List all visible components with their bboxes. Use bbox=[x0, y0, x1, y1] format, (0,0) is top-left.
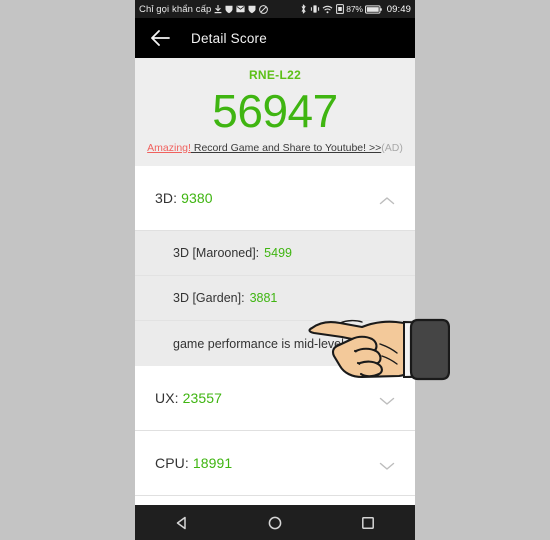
battery-icon bbox=[365, 4, 383, 14]
total-score-value: 56947 bbox=[212, 85, 338, 137]
nav-back-icon[interactable] bbox=[164, 510, 200, 536]
status-bar-right: 87% 09:49 bbox=[300, 4, 411, 15]
carrier-label: Chỉ gọi khẩn cấp bbox=[139, 3, 212, 15]
section-header-3d[interactable]: 3D: 9380 bbox=[135, 166, 415, 231]
download-icon bbox=[214, 4, 222, 14]
list-item: 3D [Garden]: 3881 bbox=[135, 276, 415, 321]
bluetooth-icon bbox=[300, 4, 307, 14]
ad-highlight-text: Amazing! bbox=[147, 142, 191, 154]
back-arrow-icon[interactable] bbox=[149, 27, 171, 49]
score-summary: RNE-L22 56947 Amazing! Record Game and S… bbox=[135, 58, 415, 166]
phone-screen: Chỉ gọi khẩn cấp 87% 09:49 Detail Score … bbox=[135, 0, 415, 540]
section-name-cpu: CPU: bbox=[155, 455, 193, 471]
section-value-ux: 23557 bbox=[182, 390, 223, 406]
section-header-ux[interactable]: UX: 23557 bbox=[135, 366, 415, 431]
subitem-value: 3881 bbox=[249, 291, 278, 305]
ad-body-text: Record Game and Share to Youtube! >> bbox=[190, 142, 382, 154]
section-label-cpu: CPU: 18991 bbox=[155, 455, 232, 471]
subitem-label: 3D [Marooned]: bbox=[173, 246, 260, 260]
nav-recents-icon[interactable] bbox=[350, 510, 386, 536]
section-value-3d: 9380 bbox=[181, 190, 213, 206]
section-label-3d: 3D: 9380 bbox=[155, 190, 213, 206]
section-value-cpu: 18991 bbox=[192, 455, 233, 471]
ad-banner[interactable]: Amazing! Record Game and Share to Youtub… bbox=[135, 142, 415, 154]
chevron-down-icon[interactable] bbox=[379, 458, 395, 470]
page-title: Detail Score bbox=[191, 30, 267, 46]
chevron-down-icon[interactable] bbox=[379, 393, 395, 405]
android-nav-bar bbox=[135, 505, 415, 540]
chevron-up-icon[interactable] bbox=[379, 193, 395, 205]
status-bar: Chỉ gọi khẩn cấp 87% 09:49 bbox=[135, 0, 415, 18]
subitem-value: 5499 bbox=[264, 246, 292, 260]
list-item: 3D [Marooned]: 5499 bbox=[135, 231, 415, 276]
battery-percent-label: 87% bbox=[346, 4, 363, 14]
block-icon bbox=[259, 4, 269, 14]
content-scroll-area[interactable]: RNE-L22 56947 Amazing! Record Game and S… bbox=[135, 58, 415, 505]
mail-icon bbox=[236, 5, 245, 13]
wifi-icon bbox=[322, 5, 333, 14]
vibrate-icon bbox=[310, 4, 320, 14]
device-model-label: RNE-L22 bbox=[248, 68, 302, 82]
sim-icon bbox=[335, 4, 344, 14]
performance-note: game performance is mid-level bbox=[173, 336, 344, 351]
ad-tag-label: (AD) bbox=[381, 142, 403, 154]
section-label-ux: UX: 23557 bbox=[155, 390, 222, 406]
subitem-list-3d: 3D [Marooned]: 5499 3D [Garden]: 3881 ga… bbox=[135, 231, 415, 366]
section-header-cpu[interactable]: CPU: 18991 bbox=[135, 431, 415, 496]
app-bar: Detail Score bbox=[135, 18, 415, 58]
status-bar-left: Chỉ gọi khẩn cấp bbox=[139, 3, 269, 15]
list-item: game performance is mid-level bbox=[135, 321, 415, 366]
section-name-3d: 3D: bbox=[155, 190, 182, 206]
shield-icon bbox=[248, 5, 256, 14]
screenshot-root: Chỉ gọi khẩn cấp 87% 09:49 Detail Score … bbox=[0, 0, 550, 540]
nav-home-icon[interactable] bbox=[257, 510, 293, 536]
status-clock: 09:49 bbox=[386, 3, 411, 15]
section-name-ux: UX: bbox=[155, 390, 183, 406]
shield-alt-icon bbox=[225, 5, 233, 14]
subitem-label: 3D [Garden]: bbox=[173, 291, 245, 305]
